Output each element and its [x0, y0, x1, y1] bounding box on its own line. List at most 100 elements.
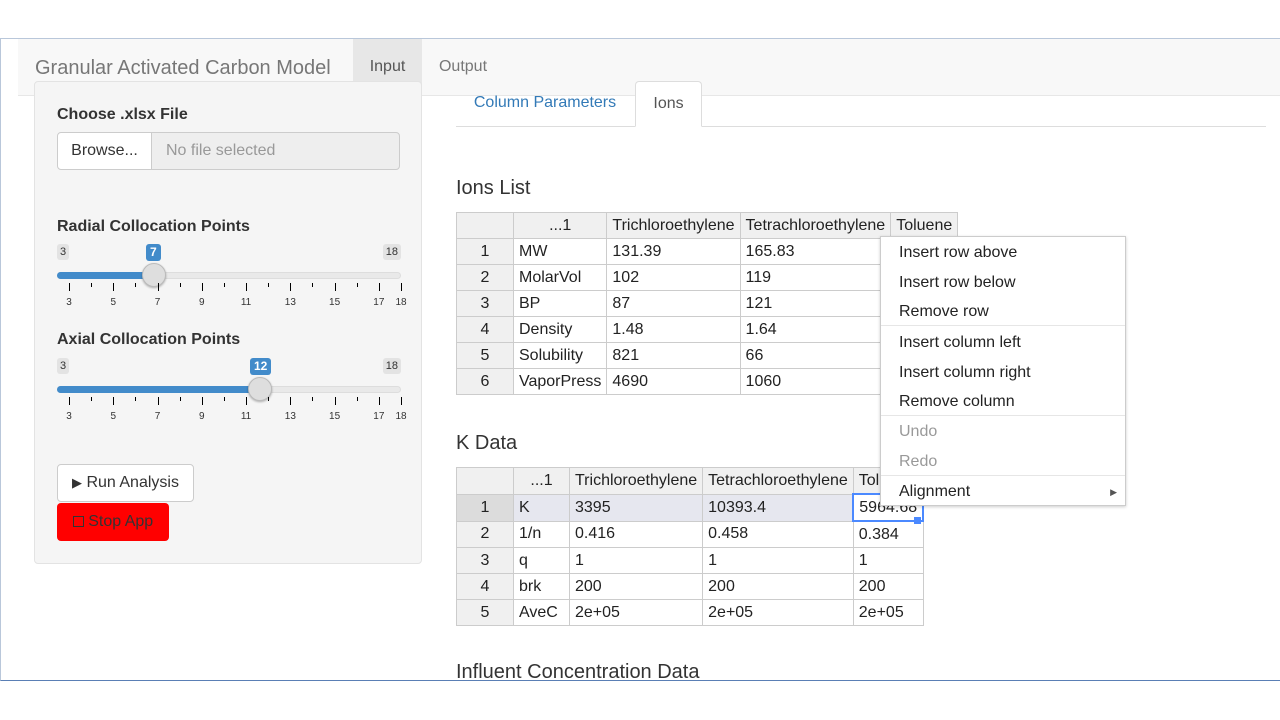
- slider-tick-label: 18: [395, 297, 407, 308]
- file-name-field[interactable]: No file selected: [151, 132, 400, 170]
- table-cell[interactable]: 2e+05: [852, 599, 924, 626]
- slider-tick-label: 3: [66, 411, 72, 422]
- slider-tick: [356, 397, 358, 401]
- table-cell[interactable]: 102: [606, 264, 741, 291]
- row-header[interactable]: 2: [456, 520, 514, 548]
- table-cell[interactable]: q: [513, 547, 570, 574]
- fill-handle[interactable]: [914, 517, 921, 524]
- menu-item-insert-column-right[interactable]: Insert column right: [899, 364, 1031, 382]
- slider-tick: [290, 397, 292, 405]
- table-row: 5 AveC 2e+05 2e+05 2e+05: [456, 599, 924, 626]
- column-header[interactable]: Trichloroethylene: [568, 467, 704, 495]
- slider-tick: [135, 283, 137, 287]
- table-cell[interactable]: MolarVol: [512, 264, 608, 291]
- row-header[interactable]: 2: [456, 264, 514, 291]
- table-cell[interactable]: 2e+05: [568, 599, 704, 626]
- slider-tick-label: 9: [199, 297, 205, 308]
- table-cell[interactable]: MW: [512, 238, 608, 265]
- column-header[interactable]: ...1: [512, 212, 608, 239]
- table-cell[interactable]: 200: [702, 573, 854, 600]
- slider-tick: [246, 283, 248, 291]
- sidebar-panel: Choose .xlsx File Browse... No file sele…: [34, 81, 422, 564]
- table-cell[interactable]: AveC: [513, 599, 570, 626]
- table-cell[interactable]: 119: [739, 264, 892, 291]
- table-cell[interactable]: 821: [606, 342, 741, 369]
- menu-divider: [881, 415, 1125, 416]
- menu-item-remove-row[interactable]: Remove row: [899, 303, 989, 321]
- slider-handle[interactable]: [142, 263, 166, 287]
- column-header[interactable]: Toluene: [890, 212, 959, 239]
- table-cell[interactable]: 0.416: [568, 520, 704, 548]
- menu-item-insert-row-above[interactable]: Insert row above: [899, 244, 1017, 262]
- radial-slider[interactable]: 3 18 7 3 5 7 9 11 13 15 17 18: [57, 244, 407, 324]
- slider-tick: [179, 283, 181, 287]
- table-cell[interactable]: 0.458: [702, 520, 854, 548]
- table-cell[interactable]: Solubility: [512, 342, 608, 369]
- slider-tick: [378, 283, 380, 291]
- row-header[interactable]: 3: [456, 290, 514, 317]
- table-cell[interactable]: 1060: [739, 368, 892, 395]
- menu-item-alignment[interactable]: Alignment: [899, 483, 970, 501]
- table-cell[interactable]: 2e+05: [702, 599, 854, 626]
- table-cell[interactable]: 4690: [606, 368, 741, 395]
- table-cell[interactable]: 0.384: [852, 520, 924, 548]
- table-cell[interactable]: 1.48: [606, 316, 741, 343]
- k-data-table[interactable]: ...1 Trichloroethylene Tetrachloroethyle…: [456, 467, 925, 626]
- slider-tick-label: 17: [373, 411, 385, 422]
- table-cell[interactable]: K: [513, 493, 570, 522]
- table-cell[interactable]: 1: [852, 547, 924, 574]
- table-cell[interactable]: 165.83: [739, 238, 892, 265]
- table-cell[interactable]: 1.64: [739, 316, 892, 343]
- column-header[interactable]: Tetrachloroethylene: [702, 467, 854, 495]
- table-cell[interactable]: Density: [512, 316, 608, 343]
- table-cell[interactable]: 1: [702, 547, 854, 574]
- slider-tick: [268, 283, 270, 287]
- row-header[interactable]: 5: [456, 599, 514, 626]
- stop-square-icon: [72, 516, 84, 527]
- column-header[interactable]: Tetrachloroethylene: [739, 212, 892, 239]
- table-cell[interactable]: 1/n: [513, 520, 570, 548]
- row-header[interactable]: 3: [456, 547, 514, 574]
- axial-slider[interactable]: 3 18 12 3 5 7 9 11 13 15 17 18: [57, 358, 407, 438]
- row-header[interactable]: 5: [456, 342, 514, 369]
- menu-item-remove-column[interactable]: Remove column: [899, 393, 1015, 411]
- table-cell[interactable]: VaporPress: [512, 368, 608, 395]
- slider-tick: [223, 397, 225, 401]
- slider-tick: [69, 283, 70, 291]
- table-row: 2 1/n 0.416 0.458 0.384: [456, 520, 924, 548]
- row-header[interactable]: 6: [456, 368, 514, 395]
- row-header[interactable]: 4: [456, 316, 514, 343]
- table-cell[interactable]: 200: [852, 573, 924, 600]
- context-menu: Insert row above Insert row below Remove…: [880, 236, 1126, 506]
- slider-tick-label: 11: [240, 297, 252, 308]
- menu-item-insert-row-below[interactable]: Insert row below: [899, 274, 1016, 292]
- table-cell[interactable]: BP: [512, 290, 608, 317]
- radial-slider-label: Radial Collocation Points: [57, 218, 250, 235]
- table-cell[interactable]: 200: [568, 573, 704, 600]
- run-analysis-button[interactable]: ▶ Run Analysis: [57, 464, 194, 502]
- table-header-row: ...1 Trichloroethylene Tetrachloroethyle…: [456, 467, 924, 495]
- stop-app-button[interactable]: Stop App: [57, 503, 169, 541]
- slider-tick: [334, 283, 336, 291]
- slider-tick-label: 11: [240, 411, 252, 422]
- table-cell[interactable]: 3395: [568, 493, 704, 522]
- row-header[interactable]: 1: [456, 493, 514, 522]
- row-header[interactable]: 4: [456, 573, 514, 600]
- tab-column-parameters[interactable]: Column Parameters: [456, 81, 634, 127]
- menu-item-insert-column-left[interactable]: Insert column left: [899, 334, 1021, 352]
- column-header[interactable]: ...1: [513, 467, 570, 495]
- browse-button[interactable]: Browse...: [57, 132, 152, 170]
- table-cell[interactable]: 10393.4: [702, 493, 854, 522]
- column-header[interactable]: Trichloroethylene: [606, 212, 741, 239]
- table-cell[interactable]: brk: [513, 573, 570, 600]
- table-cell[interactable]: 87: [606, 290, 741, 317]
- table-cell[interactable]: 131.39: [606, 238, 741, 265]
- table-cell[interactable]: 121: [739, 290, 892, 317]
- ions-list-title: Ions List: [456, 177, 531, 199]
- table-cell[interactable]: 1: [568, 547, 704, 574]
- table-cell[interactable]: 66: [739, 342, 892, 369]
- tab-ions[interactable]: Ions: [635, 81, 702, 127]
- slider-tick-label: 13: [284, 297, 296, 308]
- slider-tick: [356, 283, 358, 287]
- row-header[interactable]: 1: [456, 238, 514, 265]
